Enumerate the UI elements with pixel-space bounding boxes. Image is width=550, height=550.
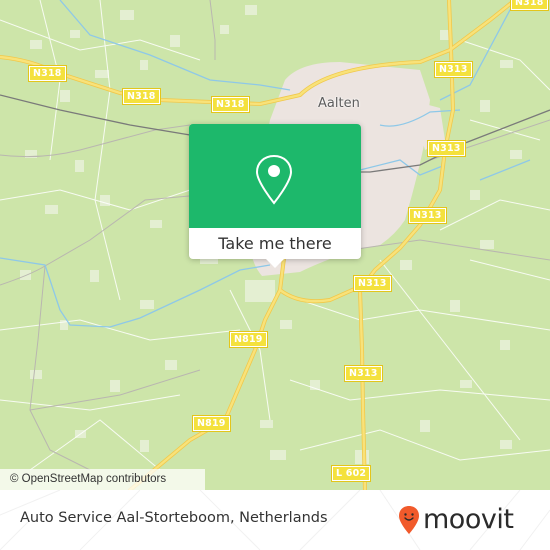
take-me-there-button[interactable]: Take me there (189, 228, 361, 259)
road-label-n819: N819 (229, 331, 268, 348)
road-label-n819: N819 (192, 415, 231, 432)
place-name: Auto Service Aal-Storteboom, Netherlands (20, 510, 328, 526)
moovit-logo[interactable]: moovit (398, 502, 514, 538)
footer-bar: Auto Service Aal-Storteboom, Netherlands… (0, 490, 550, 550)
road-label-n313: N313 (434, 61, 473, 78)
map-view[interactable]: Aalten N318 N318 N318 N318 N313 N313 N31… (0, 0, 550, 490)
location-popup: Take me there (189, 124, 361, 268)
moovit-wordmark: moovit (423, 504, 514, 535)
road-label-n313: N313 (344, 365, 383, 382)
popup-pointer (265, 258, 285, 268)
moovit-smiley-pin-icon (399, 506, 419, 534)
road-label-l602: L 602 (330, 465, 372, 482)
place-label-aalten: Aalten (318, 96, 360, 111)
popup-header (189, 124, 361, 228)
road-label-n318: N318 (211, 96, 250, 113)
road-label-n313: N313 (408, 207, 447, 224)
road-label-n313: N313 (353, 275, 392, 292)
road-label-n318: N318 (122, 88, 161, 105)
road-label-n313: N313 (427, 140, 466, 157)
road-label-n318: N318 (510, 0, 549, 11)
road-label-n318: N318 (28, 65, 67, 82)
location-pin-icon (255, 154, 293, 205)
map-attribution[interactable]: © OpenStreetMap contributors (0, 469, 205, 490)
